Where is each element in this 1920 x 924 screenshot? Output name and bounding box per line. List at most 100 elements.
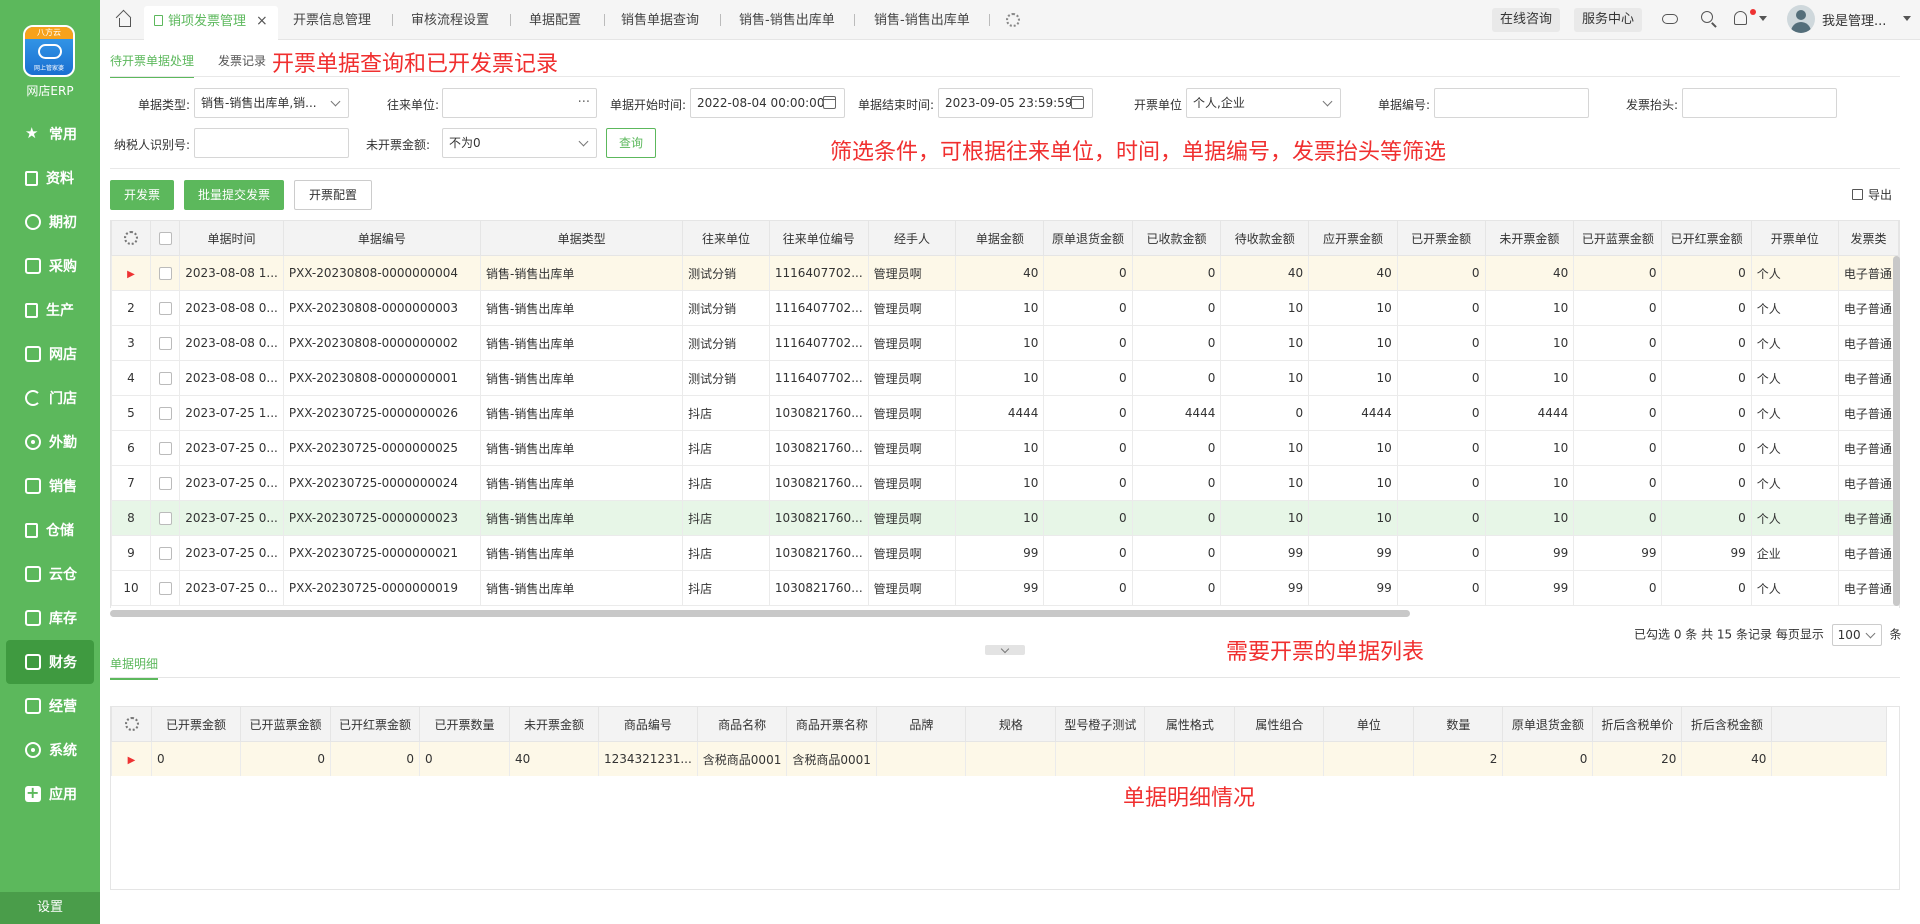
checkbox[interactable] [158, 407, 172, 420]
avatar[interactable] [1787, 5, 1815, 33]
online-consult-button[interactable]: 在线咨询 [1492, 8, 1561, 32]
end-time-input[interactable]: 2023-09-05 23:59:59 [938, 88, 1093, 118]
sidebar-item-9[interactable]: 仓储 [0, 508, 100, 552]
row-checkbox[interactable] [149, 325, 181, 361]
column-header[interactable]: 规格 [965, 706, 1057, 742]
column-header[interactable]: 商品开票名称 [786, 706, 878, 742]
tab-invoice-management[interactable]: 销项发票管理 × [144, 6, 278, 40]
column-header[interactable]: 已开票金额 [1396, 220, 1486, 256]
column-header[interactable]: 属性组合 [1234, 706, 1325, 742]
sidebar-item-5[interactable]: 网店 [0, 332, 100, 376]
checkbox[interactable] [158, 232, 172, 245]
checkbox[interactable] [158, 267, 172, 280]
gear-icon[interactable] [123, 231, 138, 246]
table-row[interactable]: 7 2023-07-25 0... PXX-20230725-0000000024 销… [111, 465, 1899, 501]
tab-invoice-info[interactable]: 开票信息管理 [293, 6, 371, 36]
column-header[interactable]: 往来单位 [682, 220, 770, 256]
horizontal-scrollbar[interactable] [110, 610, 1900, 618]
column-header[interactable]: 已开红票金额 [330, 706, 420, 742]
tab-bill-config[interactable]: 单据配置 [529, 6, 581, 36]
column-header[interactable]: 已开红票金额 [1661, 220, 1752, 256]
column-header[interactable]: 应开票金额 [1308, 220, 1398, 256]
taxpayer-id-field[interactable] [201, 129, 342, 157]
column-header[interactable]: 属性格式 [1144, 706, 1236, 742]
gear-icon[interactable] [124, 717, 139, 732]
chevron-down-icon[interactable] [1759, 16, 1767, 21]
column-header[interactable]: 已开票金额 [151, 706, 241, 742]
tab-sales-query[interactable]: 销售单据查询 [621, 6, 699, 36]
column-header[interactable]: 数量 [1413, 706, 1504, 742]
table-row[interactable]: 4 2023-08-08 0... PXX-20230808-0000000001 销… [111, 360, 1899, 396]
search-icon[interactable] [1701, 11, 1713, 23]
table-row[interactable]: 8 2023-07-25 0... PXX-20230725-0000000023 销… [111, 500, 1899, 536]
checkbox[interactable] [158, 512, 172, 525]
column-settings[interactable] [111, 220, 151, 256]
home-icon[interactable] [116, 12, 132, 27]
row-checkbox[interactable] [149, 360, 181, 396]
invoice-config-button[interactable]: 开票配置 [294, 180, 373, 210]
row-checkbox[interactable] [149, 290, 181, 326]
column-header[interactable]: 品牌 [876, 706, 967, 742]
partner-input[interactable]: ··· [442, 88, 597, 118]
sidebar-item-10[interactable]: 云仓 [0, 552, 100, 596]
checkbox[interactable] [158, 372, 172, 385]
column-header[interactable]: 商品编号 [598, 706, 698, 742]
table-row[interactable]: ▶ 2023-08-08 1... PXX-20230808-0000000004 销… [111, 255, 1899, 291]
table-row[interactable]: 10 2023-07-25 0... PXX-20230725-0000000019… [111, 570, 1899, 606]
table-row[interactable]: 5 2023-07-25 1... PXX-20230725-0000000026 销… [111, 395, 1899, 431]
calendar-icon[interactable] [1071, 96, 1084, 109]
page-size-select[interactable]: 100 [1831, 624, 1882, 646]
row-checkbox[interactable] [149, 430, 181, 466]
tab-approval-flow[interactable]: 审核流程设置 [411, 6, 489, 36]
checkbox[interactable] [158, 337, 172, 350]
row-checkbox[interactable] [149, 570, 181, 606]
checkbox[interactable] [158, 302, 172, 315]
bill-no-input[interactable] [1434, 88, 1589, 118]
column-header[interactable]: 未开票金额 [509, 706, 599, 742]
collapse-handle[interactable] [985, 645, 1025, 655]
checkbox[interactable] [158, 442, 172, 455]
sidebar-item-11[interactable]: 库存 [0, 596, 100, 640]
batch-submit-button[interactable]: 批量提交发票 [184, 180, 285, 210]
sidebar-item-2[interactable]: 期初 [0, 200, 100, 244]
invoice-title-input[interactable] [1682, 88, 1837, 118]
checkbox[interactable] [158, 582, 172, 595]
row-checkbox[interactable] [149, 500, 181, 536]
sidebar-item-14[interactable]: 系统 [0, 728, 100, 772]
bell-icon[interactable] [1734, 11, 1747, 25]
sidebar-item-1[interactable]: 资料 [0, 156, 100, 200]
start-time-input[interactable]: 2022-08-04 00:00:00 [690, 88, 845, 118]
table-row[interactable]: 3 2023-08-08 0... PXX-20230808-0000000002 销… [111, 325, 1899, 361]
settings-button[interactable]: 设置 [0, 892, 100, 924]
column-header[interactable]: 单据类型 [480, 220, 684, 256]
column-header[interactable]: 未开票金额 [1484, 220, 1575, 256]
bill-type-select[interactable]: 销售-销售出库单,销... [194, 88, 349, 118]
checkbox[interactable] [158, 547, 172, 560]
invoice-title-field[interactable] [1689, 89, 1830, 117]
sidebar-item-7[interactable]: 外勤 [0, 420, 100, 464]
sidebar-item-8[interactable]: 销售 [0, 464, 100, 508]
column-header[interactable]: 单据编号 [282, 220, 482, 256]
bill-no-field[interactable] [1441, 89, 1582, 117]
chevron-down-icon[interactable] [1903, 16, 1911, 21]
column-header[interactable]: 待收款金额 [1220, 220, 1310, 256]
sidebar-item-15[interactable]: 应用 [0, 772, 100, 816]
taxpayer-id-input[interactable] [194, 128, 349, 158]
column-header[interactable]: 折后含税单价 [1592, 706, 1683, 742]
row-checkbox[interactable] [149, 255, 181, 291]
sidebar-item-0[interactable]: 常用 [0, 112, 100, 156]
column-header[interactable]: 已开蓝票金额 [240, 706, 331, 742]
column-header[interactable]: 型号橙子测试 [1055, 706, 1146, 742]
checkbox[interactable] [158, 477, 172, 490]
app-logo[interactable]: 八方云 网上管家婆 [23, 25, 75, 77]
column-header[interactable]: 开票单位 [1750, 220, 1839, 256]
tab-sales-outbound-2[interactable]: 销售-销售出库单 [874, 6, 970, 36]
column-header[interactable]: 已收款金额 [1131, 220, 1222, 256]
column-header[interactable]: 单据金额 [955, 220, 1045, 256]
select-all[interactable] [149, 220, 181, 256]
subtab-pending-invoice[interactable]: 待开票单据处理 [110, 52, 195, 78]
subtab-invoice-records[interactable]: 发票记录 [218, 52, 266, 69]
table-row[interactable]: 6 2023-07-25 0... PXX-20230725-0000000025 销… [111, 430, 1899, 466]
uninvoiced-amount-select[interactable]: 不为0 [442, 128, 597, 158]
vertical-scrollbar[interactable] [1893, 256, 1900, 606]
